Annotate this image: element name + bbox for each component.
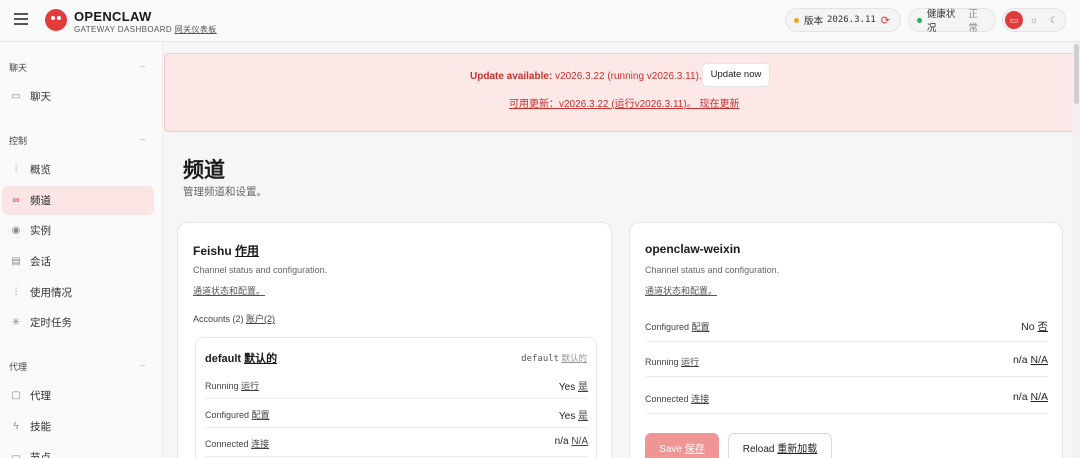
version-pill[interactable]: 版本 2026.3.11 ⟳ bbox=[785, 8, 901, 32]
sidebar-item-usage[interactable]: ⫶ 使用情况 bbox=[2, 278, 154, 307]
version-value: 2026.3.11 bbox=[827, 15, 876, 25]
card-description-cn: 通道状态和配置。 bbox=[645, 286, 718, 296]
channel-card-weixin: openclaw-weixin Channel status and confi… bbox=[629, 222, 1063, 458]
monitor-icon[interactable]: ▭ bbox=[1005, 11, 1023, 29]
update-now-button[interactable]: Update now bbox=[702, 63, 770, 87]
chevron-icon[interactable]: – bbox=[140, 360, 145, 370]
status-row-running: Running 运行 n/a N/A bbox=[645, 342, 1048, 377]
account-box: default 默认的 default 默认的 Running 运行 Yes 是… bbox=[195, 337, 597, 458]
moon-icon[interactable]: ☾ bbox=[1045, 11, 1063, 29]
card-title: openclaw-weixin bbox=[645, 242, 741, 256]
page-title: 频道 bbox=[183, 159, 225, 182]
page-subtitle: 管理频道和设置。 bbox=[183, 186, 267, 198]
health-value: 正常 bbox=[968, 9, 978, 34]
theme-switcher: ▭ ☼ ☾ bbox=[1002, 8, 1066, 32]
sidebar-item-overview[interactable]: ⫶ 概览 bbox=[2, 155, 154, 184]
sidebar-group-title: 聊天 bbox=[9, 63, 28, 73]
sidebar-item-instances[interactable]: ◉ 实例 bbox=[2, 216, 154, 245]
brand-title: OPENCLAW bbox=[74, 9, 152, 24]
sidebar-item-nodes[interactable]: ▭ 节点 bbox=[2, 443, 154, 458]
bar-chart-icon: ⫶ bbox=[14, 164, 18, 175]
card-description: Channel status and configuration. bbox=[193, 265, 328, 275]
sidebar-item-channels[interactable]: ∞ 频道 bbox=[2, 186, 154, 215]
card-description-cn: 通道状态和配置。 bbox=[193, 286, 266, 296]
update-message: Update available: v2026.3.22 (running v2… bbox=[470, 71, 702, 82]
sidebar-item-cron[interactable]: ✳ 定时任务 bbox=[2, 308, 154, 337]
channel-card-feishu: Feishu 作用 Channel status and configurati… bbox=[177, 222, 612, 458]
logo-icon bbox=[45, 9, 67, 31]
sidebar: 聊天 – ▭ 聊天 控制 – ⫶ 概览 ∞ 频道 ◉ 实例 ▤ 会话 ⫶ 使用情… bbox=[0, 42, 163, 458]
save-button[interactable]: Save 保存 bbox=[645, 433, 719, 458]
top-bar: OPENCLAW GATEWAY DASHBOARD 网关仪表板 版本 2026… bbox=[0, 0, 1080, 42]
status-row-connected: Connected 连接 n/a N/A bbox=[645, 379, 1048, 414]
scrollbar[interactable] bbox=[1073, 42, 1080, 458]
update-banner bbox=[164, 53, 1080, 132]
refresh-icon[interactable]: ⟳ bbox=[881, 14, 890, 27]
accounts-label: Accounts (2) 账户(2) bbox=[193, 314, 276, 324]
chevron-icon[interactable]: – bbox=[140, 134, 145, 144]
radio-icon: ◉ bbox=[11, 225, 21, 236]
sidebar-item-sessions[interactable]: ▤ 会话 bbox=[2, 247, 154, 276]
version-status-dot bbox=[794, 17, 799, 23]
link-icon: ∞ bbox=[12, 195, 20, 206]
sidebar-item-chat[interactable]: ▭ 聊天 bbox=[2, 82, 154, 111]
reload-button[interactable]: Reload 重新加载 bbox=[728, 433, 832, 458]
monitor-icon: ▭ bbox=[11, 452, 21, 458]
loader-icon: ✳ bbox=[11, 317, 21, 328]
sidebar-group-title: 代理 bbox=[9, 362, 28, 372]
zap-icon: ϟ bbox=[13, 421, 19, 432]
menu-icon[interactable] bbox=[14, 13, 28, 25]
sun-icon[interactable]: ☼ bbox=[1025, 11, 1043, 29]
sidebar-item-agents[interactable]: ▢ 代理 bbox=[2, 381, 154, 410]
card-description: Channel status and configuration. bbox=[645, 265, 780, 275]
status-row-connected: Connected 连接 n/a N/A bbox=[205, 429, 588, 457]
card-title: Feishu 作用 bbox=[193, 244, 260, 258]
health-pill: 健康状况 正常 bbox=[908, 8, 996, 34]
update-message-cn[interactable]: 可用更新：v2026.3.22 (运行v2026.3.11)。 现在更新 bbox=[509, 95, 739, 110]
account-title: default 默认的 bbox=[205, 353, 278, 365]
sidebar-group-title: 控制 bbox=[9, 136, 28, 146]
folder-icon: ▢ bbox=[11, 390, 21, 401]
health-status-dot bbox=[917, 17, 922, 23]
status-row-configured: Configured 配置 No 否 bbox=[645, 307, 1048, 342]
chevron-icon[interactable]: – bbox=[140, 61, 145, 71]
document-icon: ▤ bbox=[11, 256, 21, 267]
status-row-configured: Configured 配置 Yes 是 bbox=[205, 400, 588, 428]
version-label: 版本 bbox=[804, 16, 824, 27]
sidebar-item-skills[interactable]: ϟ 技能 bbox=[2, 412, 154, 441]
bar-chart-icon: ⫶ bbox=[14, 287, 18, 298]
brand-subtitle: GATEWAY DASHBOARD 网关仪表板 bbox=[74, 25, 217, 34]
status-row-running: Running 运行 Yes 是 bbox=[205, 371, 588, 399]
chat-icon: ▭ bbox=[11, 91, 21, 102]
account-id: default 默认的 bbox=[521, 353, 587, 364]
health-label: 健康状况 bbox=[926, 9, 956, 34]
scrollbar-thumb[interactable] bbox=[1074, 44, 1079, 104]
